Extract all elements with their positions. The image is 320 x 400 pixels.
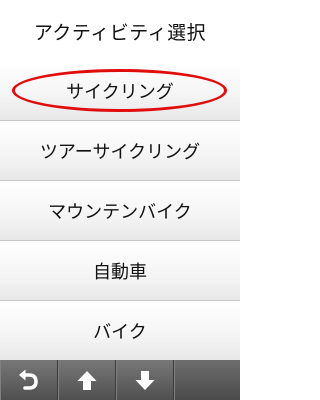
activity-label: ツアーサイクリング [39, 142, 201, 163]
activity-label: サイクリング [66, 82, 174, 103]
activity-item-tour-cycling[interactable]: ツアーサイクリング [0, 122, 240, 181]
activity-item-mountain-bike[interactable]: マウンテンバイク [0, 182, 240, 241]
activity-label: 自動車 [93, 262, 147, 283]
page-title: アクティビティ選択 [0, 0, 240, 63]
back-button[interactable] [0, 360, 58, 400]
activity-item-motorbike[interactable]: バイク [0, 302, 240, 361]
arrow-up-icon [77, 371, 97, 390]
arrow-down-icon [135, 371, 155, 390]
activity-label: バイク [93, 322, 147, 343]
activity-label: マウンテンバイク [48, 202, 192, 223]
back-icon [19, 369, 38, 390]
scroll-up-button[interactable] [58, 360, 116, 400]
activity-item-car[interactable]: 自動車 [0, 242, 240, 301]
scroll-down-button[interactable] [116, 360, 174, 400]
activity-list: サイクリング ツアーサイクリング マウンテンバイク 自動車 バイク [0, 62, 240, 361]
activity-item-cycling[interactable]: サイクリング [0, 62, 240, 121]
bottom-toolbar [0, 360, 240, 400]
toolbar-spacer [174, 360, 240, 400]
